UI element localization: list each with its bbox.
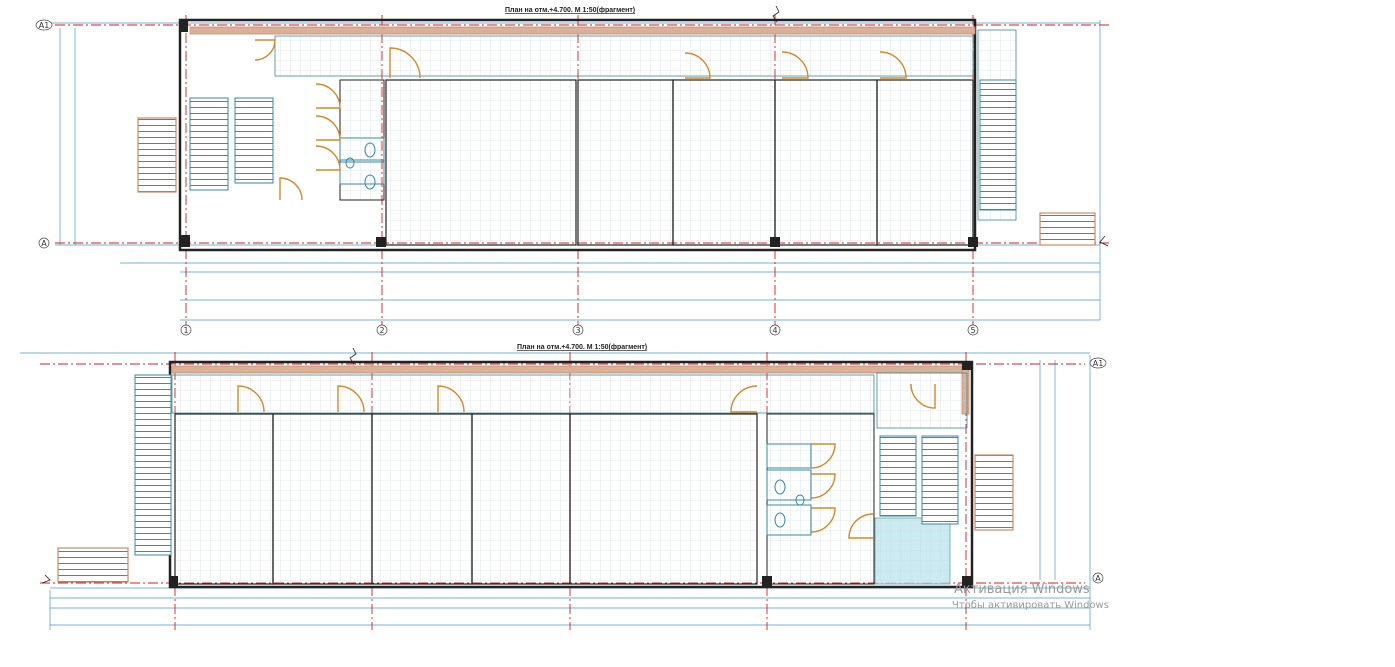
axis-marker-5: 5	[967, 324, 979, 336]
axis-marker-1: 1	[180, 324, 192, 336]
svg-text:5: 5	[970, 326, 975, 335]
top-rooms	[274, 29, 1017, 246]
axis-marker-row-a1-bottom: А1	[1089, 357, 1107, 369]
bottom-axis-markers: А1 А	[1089, 357, 1107, 584]
svg-text:А: А	[1095, 574, 1101, 583]
axis-marker-row-a-top: А	[38, 237, 50, 249]
axis-marker-row-a-bottom: А	[1092, 572, 1104, 584]
top-slab-edge	[189, 26, 976, 35]
axis-marker-row-a1-top: А1	[35, 19, 53, 31]
svg-text:А: А	[41, 239, 47, 248]
axis-marker-4: 4	[769, 324, 781, 336]
bottom-slab-edge	[171, 365, 963, 374]
axis-marker-3: 3	[572, 324, 584, 336]
svg-text:3: 3	[575, 326, 580, 335]
svg-text:А1: А1	[1093, 359, 1104, 368]
top-plan: План на отм.+4.700. М 1:50(фрагмент) 1 2…	[35, 7, 1110, 336]
axis-marker-2: 2	[376, 324, 388, 336]
floor-plan-drawing: План на отм.+4.700. М 1:50(фрагмент) 1 2…	[20, 5, 1110, 630]
bottom-plan-title: План на отм.+4.700. М 1:50(фрагмент)	[517, 344, 647, 351]
svg-text:1: 1	[183, 326, 188, 335]
svg-text:4: 4	[772, 326, 777, 335]
top-plan-title: План на отм.+4.700. М 1:50(фрагмент)	[505, 7, 635, 14]
svg-text:2: 2	[379, 326, 384, 335]
bottom-rooms	[171, 372, 968, 585]
bottom-plan: План на отм.+4.700. М 1:50(фрагмент) А1 …	[20, 344, 1107, 630]
svg-text:А1: А1	[39, 21, 50, 30]
